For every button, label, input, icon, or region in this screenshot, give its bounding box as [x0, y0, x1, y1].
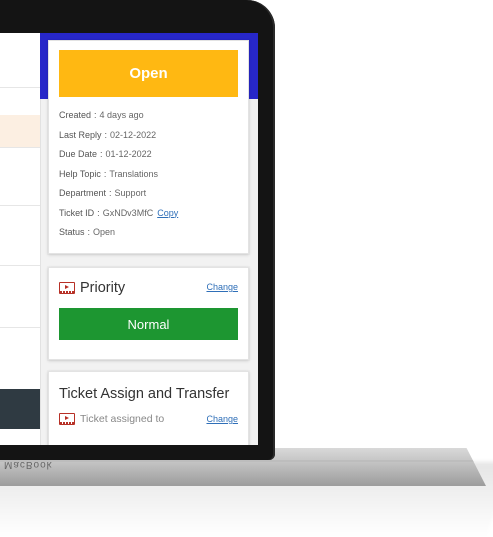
- priority-header: Priority: [59, 280, 125, 296]
- list-divider: [0, 147, 40, 148]
- ticket-info-card: Open Created:4 days ago Last Reply:02-12…: [48, 40, 249, 254]
- priority-card: Priority Change Normal: [48, 267, 249, 360]
- list-footer-bar: [0, 389, 40, 429]
- assign-title: Ticket Assign and Transfer: [59, 386, 230, 402]
- list-divider: [0, 265, 40, 266]
- priority-title: Priority: [80, 280, 126, 296]
- ticket-assign-card: Ticket Assign and Transfer Ticket assign…: [48, 371, 249, 445]
- info-value: Translations: [109, 168, 159, 179]
- app-screen: Open Created:4 days ago Last Reply:02-12…: [0, 33, 258, 445]
- info-row-last-reply: Last Reply:02-12-2022: [59, 129, 157, 140]
- info-value: 01-12-2022: [105, 149, 152, 159]
- info-key: Ticket ID: [59, 207, 95, 218]
- info-value: Open: [93, 227, 116, 237]
- info-key: Created: [59, 110, 92, 120]
- assigned-row: Ticket assigned to: [59, 413, 164, 425]
- info-row-status: Status: Open: [59, 227, 116, 237]
- info-row-help-topic: Help Topic: Translations: [59, 168, 159, 179]
- priority-value-button[interactable]: Normal: [59, 308, 238, 340]
- info-key: Due Date: [59, 149, 98, 159]
- status-badge: Open: [59, 50, 238, 97]
- video-icon: [59, 413, 75, 425]
- info-key: Last Reply: [59, 129, 102, 140]
- info-value: 02-12-2022: [110, 129, 157, 140]
- selected-list-item[interactable]: [0, 115, 40, 147]
- ticket-list-panel: [0, 33, 41, 445]
- info-value: 4 days ago: [99, 110, 144, 120]
- assigned-label: Ticket assigned to: [80, 413, 165, 425]
- info-row-due-date: Due Date:01-12-2022: [59, 149, 152, 159]
- ticket-info-list: Created:4 days ago Last Reply:02-12-2022…: [59, 110, 178, 247]
- list-divider: [0, 205, 40, 206]
- info-value: GxNDv3MfC: [102, 207, 154, 218]
- info-row-created: Created:4 days ago: [59, 110, 144, 120]
- info-key: Department: [59, 188, 107, 198]
- change-priority-link[interactable]: Change: [206, 282, 238, 292]
- bezel-brand-text: MacBook: [4, 459, 53, 470]
- change-assignee-link[interactable]: Change: [206, 414, 238, 424]
- info-value: Support: [114, 188, 147, 198]
- info-key: Help Topic: [59, 168, 101, 179]
- info-row-ticket-id: Ticket ID: GxNDv3MfC Copy: [59, 207, 179, 218]
- list-divider: [0, 87, 40, 88]
- list-divider: [0, 327, 40, 328]
- copy-ticket-id-link[interactable]: Copy: [157, 208, 178, 218]
- info-key: Status: [59, 227, 85, 237]
- info-row-department: Department: Support: [59, 188, 147, 198]
- video-icon: [59, 282, 75, 294]
